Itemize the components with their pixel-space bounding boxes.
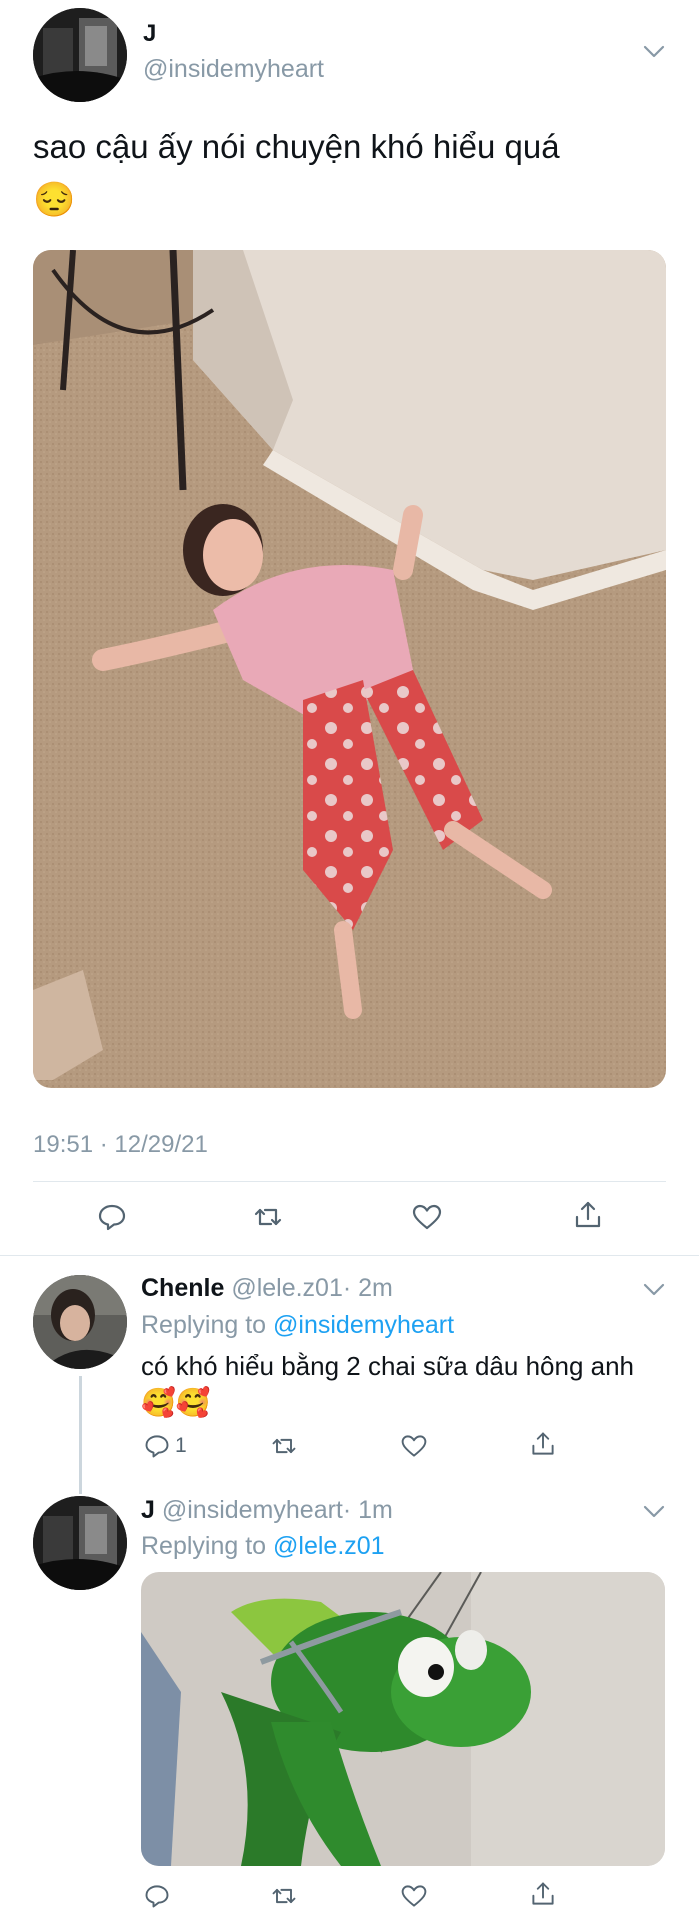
like-icon: [401, 1885, 427, 1907]
reply-button[interactable]: [143, 1882, 171, 1910]
avatar[interactable]: [33, 1275, 127, 1369]
share-icon: [532, 1432, 554, 1455]
avatar[interactable]: [33, 8, 127, 102]
replying-label: Replying to: [141, 1532, 267, 1560]
chevron-down-icon: [643, 1283, 665, 1296]
reply-icon: [98, 1204, 126, 1231]
divider: [33, 1181, 666, 1182]
avatar-photo: [33, 1275, 127, 1369]
like-button[interactable]: [411, 1201, 443, 1233]
retweet-button[interactable]: [270, 1882, 298, 1910]
tweet-image[interactable]: [141, 1572, 665, 1866]
share-icon: [575, 1201, 601, 1228]
retweet-icon: [272, 1438, 296, 1454]
more-options-button[interactable]: [641, 38, 667, 64]
avatar[interactable]: [33, 1496, 127, 1590]
user-handle[interactable]: @insidemyheart: [143, 54, 324, 84]
avatar-photo: [33, 8, 127, 102]
display-name[interactable]: J: [143, 20, 156, 48]
display-name[interactable]: J: [141, 1496, 155, 1524]
retweet-icon: [254, 1208, 282, 1226]
chevron-down-icon: [643, 45, 665, 58]
tweet-image[interactable]: [33, 250, 666, 1088]
retweet-button[interactable]: [270, 1432, 298, 1460]
thread-line: [79, 1376, 82, 1494]
like-icon: [412, 1204, 442, 1230]
replying-handle-link[interactable]: @insidemyheart: [273, 1311, 454, 1339]
share-button[interactable]: [529, 1430, 557, 1458]
share-button[interactable]: [572, 1199, 604, 1231]
user-handle[interactable]: @lele.z01: [231, 1274, 343, 1302]
replying-label: Replying to: [141, 1311, 267, 1339]
like-icon: [401, 1435, 427, 1457]
like-button[interactable]: [400, 1432, 428, 1460]
user-handle[interactable]: @insidemyheart: [162, 1496, 343, 1524]
reply-count: 1: [175, 1434, 187, 1457]
share-button[interactable]: [529, 1880, 557, 1908]
tweet-text: có khó hiểu bằng 2 chai sữa dâu hông anh: [141, 1351, 635, 1381]
reply-button[interactable]: [96, 1201, 128, 1233]
share-icon: [532, 1882, 554, 1905]
photo-girl-lying-on-carpet: [33, 250, 666, 1088]
display-name[interactable]: Chenle: [141, 1274, 224, 1302]
replying-handle-link[interactable]: @lele.z01: [273, 1532, 385, 1560]
avatar-photo: [33, 1496, 127, 1590]
reply-header: Chenle @lele.z01· 2m: [141, 1272, 393, 1304]
reply-icon: [145, 1435, 169, 1458]
section-divider: [0, 1255, 699, 1256]
chevron-down-icon: [643, 1505, 665, 1518]
reply-button[interactable]: 1: [143, 1432, 187, 1460]
tweet-text: sao cậu ấy nói chuyện khó hiểu quá: [33, 128, 560, 165]
tweet-time: · 1m: [342, 1496, 393, 1524]
more-options-button[interactable]: [641, 1276, 667, 1302]
more-options-button[interactable]: [641, 1498, 667, 1524]
replying-to: Replying to @lele.z01: [141, 1530, 385, 1562]
reply-icon: [145, 1885, 169, 1908]
tweet-emoji: 🥰🥰: [141, 1387, 211, 1418]
photo-kermit-frog-hanging: [141, 1572, 665, 1866]
tweet-emoji: 😔: [33, 181, 76, 219]
like-button[interactable]: [400, 1882, 428, 1910]
replying-to: Replying to @insidemyheart: [141, 1309, 454, 1341]
retweet-button[interactable]: [252, 1201, 284, 1233]
retweet-icon: [272, 1888, 296, 1904]
reply-header: J @insidemyheart· 1m: [141, 1494, 393, 1526]
tweet-timestamp: 19:51 · 12/29/21: [33, 1131, 208, 1158]
tweet-time: · 2m: [342, 1274, 393, 1302]
